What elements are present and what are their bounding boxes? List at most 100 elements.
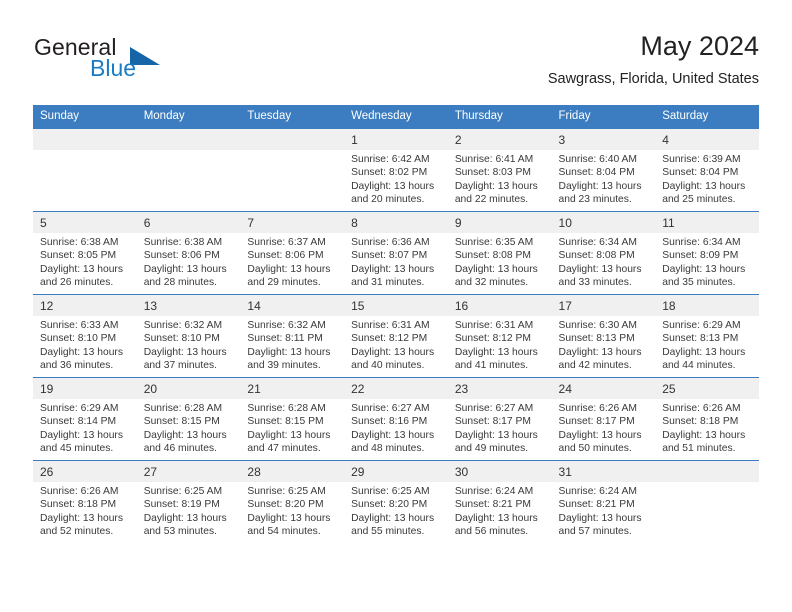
daylight-text-line1: Daylight: 13 hours xyxy=(662,346,746,358)
sunrise-text: Sunrise: 6:33 AM xyxy=(40,320,119,331)
calendar-day-cell[interactable]: 10 Sunrise: 6:34 AM Sunset: 8:08 PM Dayligh… xyxy=(551,211,656,295)
calendar-day-cell[interactable]: 28 Sunrise: 6:25 AM Sunset: 8:20 PM Dayligh… xyxy=(240,460,345,543)
sunrise-text: Sunrise: 6:32 AM xyxy=(247,320,326,331)
weekday-header-friday: Friday xyxy=(551,105,656,129)
calendar-day-cell[interactable]: 20 Sunrise: 6:28 AM Sunset: 8:15 PM Dayligh… xyxy=(136,377,241,461)
weekday-header-sunday: Sunday xyxy=(33,105,137,129)
calendar-day-cell[interactable]: 5 Sunrise: 6:38 AM Sunset: 8:05 PM Daylight… xyxy=(33,211,137,295)
day-number: 30 xyxy=(447,461,552,482)
daylight-text-line2: and 32 minutes. xyxy=(454,277,529,289)
calendar-day-cell[interactable]: 4 Sunrise: 6:39 AM Sunset: 8:04 PM Daylight… xyxy=(655,128,759,212)
sunset-text: Sunset: 8:11 PM xyxy=(247,333,323,345)
daylight-text-line2: and 41 minutes. xyxy=(454,360,529,372)
sunset-text: Sunset: 8:12 PM xyxy=(454,333,531,345)
day-number: 4 xyxy=(655,129,759,150)
day-details: Sunrise: 6:41 AM Sunset: 8:03 PM Daylight:… xyxy=(448,150,552,207)
day-details: Sunrise: 6:26 AM Sunset: 8:17 PM Daylight:… xyxy=(552,399,656,456)
day-number: 5 xyxy=(33,212,137,233)
calendar-day-cell[interactable]: 24 Sunrise: 6:26 AM Sunset: 8:17 PM Dayligh… xyxy=(551,377,656,461)
daylight-text-line2: and 57 minutes. xyxy=(558,526,632,538)
day-details: Sunrise: 6:38 AM Sunset: 8:06 PM Daylight:… xyxy=(137,233,241,290)
sunset-text: Sunset: 8:20 PM xyxy=(351,499,428,511)
day-number: 18 xyxy=(655,295,759,316)
daylight-text-line2: and 45 minutes. xyxy=(40,443,114,455)
calendar-day-cell[interactable]: 11 Sunrise: 6:34 AM Sunset: 8:09 PM Dayligh… xyxy=(655,211,759,295)
calendar-day-cell[interactable]: 19 Sunrise: 6:29 AM Sunset: 8:14 PM Dayligh… xyxy=(33,377,137,461)
calendar-day-cell[interactable]: 8 Sunrise: 6:36 AM Sunset: 8:07 PM Daylight… xyxy=(344,211,448,295)
day-details: Sunrise: 6:28 AM Sunset: 8:15 PM Daylight:… xyxy=(240,399,344,456)
daylight-text-line1: Daylight: 13 hours xyxy=(40,429,123,441)
daylight-text-line2: and 49 minutes. xyxy=(454,443,529,455)
day-details: Sunrise: 6:40 AM Sunset: 8:04 PM Daylight:… xyxy=(552,150,656,207)
calendar-day-cell[interactable]: 21 Sunrise: 6:28 AM Sunset: 8:15 PM Dayligh… xyxy=(240,377,345,461)
daylight-text-line2: and 25 minutes. xyxy=(662,194,736,206)
sunrise-text: Sunrise: 6:32 AM xyxy=(143,320,223,331)
calendar-day-cell-empty xyxy=(33,128,137,212)
day-details: Sunrise: 6:36 AM Sunset: 8:07 PM Daylight:… xyxy=(344,233,448,290)
sunrise-text: Sunrise: 6:27 AM xyxy=(351,403,430,414)
page-subtitle: Sawgrass, Florida, United States xyxy=(547,71,759,87)
daylight-text-line1: Daylight: 13 hours xyxy=(558,263,642,275)
calendar-day-cell-empty xyxy=(240,128,345,212)
day-details: Sunrise: 6:35 AM Sunset: 8:08 PM Daylight:… xyxy=(448,233,552,290)
calendar-day-cell[interactable]: 15 Sunrise: 6:31 AM Sunset: 8:12 PM Dayligh… xyxy=(344,294,448,378)
daylight-text-line1: Daylight: 13 hours xyxy=(143,263,227,275)
calendar-day-cell[interactable]: 9 Sunrise: 6:35 AM Sunset: 8:08 PM Daylight… xyxy=(447,211,552,295)
calendar-day-cell[interactable]: 27 Sunrise: 6:25 AM Sunset: 8:19 PM Dayligh… xyxy=(136,460,241,543)
daylight-text-line2: and 42 minutes. xyxy=(558,360,632,372)
sunset-text: Sunset: 8:15 PM xyxy=(143,416,220,428)
sunrise-text: Sunrise: 6:38 AM xyxy=(143,237,223,248)
calendar-day-cell[interactable]: 13 Sunrise: 6:32 AM Sunset: 8:10 PM Dayligh… xyxy=(136,294,241,378)
calendar-day-cell[interactable]: 26 Sunrise: 6:26 AM Sunset: 8:18 PM Dayligh… xyxy=(33,460,137,543)
calendar-day-cell[interactable]: 6 Sunrise: 6:38 AM Sunset: 8:06 PM Daylight… xyxy=(136,211,241,295)
calendar-day-cell[interactable]: 18 Sunrise: 6:29 AM Sunset: 8:13 PM Dayligh… xyxy=(655,294,759,378)
sunrise-text: Sunrise: 6:26 AM xyxy=(558,403,637,414)
sunrise-text: Sunrise: 6:28 AM xyxy=(143,403,223,414)
daylight-text-line1: Daylight: 13 hours xyxy=(40,263,123,275)
calendar-day-cell[interactable]: 16 Sunrise: 6:31 AM Sunset: 8:12 PM Dayligh… xyxy=(447,294,552,378)
daylight-text-line1: Daylight: 13 hours xyxy=(247,263,331,275)
calendar-day-cell[interactable]: 29 Sunrise: 6:25 AM Sunset: 8:20 PM Dayligh… xyxy=(344,460,448,543)
daylight-text-line2: and 35 minutes. xyxy=(662,277,736,289)
calendar-day-cell[interactable]: 1 Sunrise: 6:42 AM Sunset: 8:02 PM Daylight… xyxy=(344,128,448,212)
daylight-text-line2: and 36 minutes. xyxy=(40,360,114,372)
calendar-day-cell[interactable]: 31 Sunrise: 6:24 AM Sunset: 8:21 PM Dayligh… xyxy=(551,460,656,543)
daylight-text-line1: Daylight: 13 hours xyxy=(558,180,642,192)
daylight-text-line2: and 47 minutes. xyxy=(247,443,321,455)
sunset-text: Sunset: 8:13 PM xyxy=(558,333,635,345)
daylight-text-line1: Daylight: 13 hours xyxy=(143,429,227,441)
daylight-text-line1: Daylight: 13 hours xyxy=(662,429,746,441)
daylight-text-line1: Daylight: 13 hours xyxy=(662,180,746,192)
day-details: Sunrise: 6:25 AM Sunset: 8:19 PM Daylight:… xyxy=(137,482,241,539)
calendar-day-cell[interactable]: 25 Sunrise: 6:26 AM Sunset: 8:18 PM Dayligh… xyxy=(655,377,759,461)
calendar-day-cell[interactable]: 3 Sunrise: 6:40 AM Sunset: 8:04 PM Daylight… xyxy=(551,128,656,212)
calendar-day-cell[interactable]: 17 Sunrise: 6:30 AM Sunset: 8:13 PM Dayligh… xyxy=(551,294,656,378)
sunrise-text: Sunrise: 6:25 AM xyxy=(247,486,326,497)
logo-text-blue: Blue xyxy=(90,55,137,81)
sunrise-text: Sunrise: 6:26 AM xyxy=(40,486,119,497)
general-blue-logo[interactable]: General Blue xyxy=(33,34,233,90)
calendar-day-cell[interactable]: 30 Sunrise: 6:24 AM Sunset: 8:21 PM Dayligh… xyxy=(447,460,552,543)
daylight-text-line1: Daylight: 13 hours xyxy=(558,512,642,524)
title-block: May 2024 Sawgrass, Florida, United State… xyxy=(548,30,759,88)
calendar-day-cell[interactable]: 12 Sunrise: 6:33 AM Sunset: 8:10 PM Dayligh… xyxy=(33,294,137,378)
daylight-text-line2: and 29 minutes. xyxy=(247,277,321,289)
day-details: Sunrise: 6:39 AM Sunset: 8:04 PM Daylight:… xyxy=(655,150,759,207)
day-number: 2 xyxy=(447,129,552,150)
calendar-day-cell[interactable]: 7 Sunrise: 6:37 AM Sunset: 8:06 PM Daylight… xyxy=(240,211,345,295)
day-number: 25 xyxy=(655,378,759,399)
sunset-text: Sunset: 8:12 PM xyxy=(351,333,428,345)
calendar-day-cell[interactable]: 2 Sunrise: 6:41 AM Sunset: 8:03 PM Daylight… xyxy=(447,128,552,212)
weekday-header-monday: Monday xyxy=(136,105,241,129)
calendar-day-cell-empty xyxy=(136,128,241,212)
calendar-day-cell[interactable]: 23 Sunrise: 6:27 AM Sunset: 8:17 PM Dayligh… xyxy=(447,377,552,461)
daylight-text-line2: and 20 minutes. xyxy=(351,194,425,206)
weekday-header-row: Sunday Monday Tuesday Wednesday Thursday… xyxy=(33,105,759,129)
daylight-text-line1: Daylight: 13 hours xyxy=(351,346,435,358)
sunset-text: Sunset: 8:15 PM xyxy=(247,416,324,428)
daylight-text-line2: and 26 minutes. xyxy=(40,277,114,289)
day-number: 1 xyxy=(344,129,448,150)
calendar-day-cell[interactable]: 22 Sunrise: 6:27 AM Sunset: 8:16 PM Dayligh… xyxy=(344,377,448,461)
calendar-day-cell[interactable]: 14 Sunrise: 6:32 AM Sunset: 8:11 PM Dayligh… xyxy=(240,294,345,378)
daylight-text-line2: and 44 minutes. xyxy=(662,360,736,372)
